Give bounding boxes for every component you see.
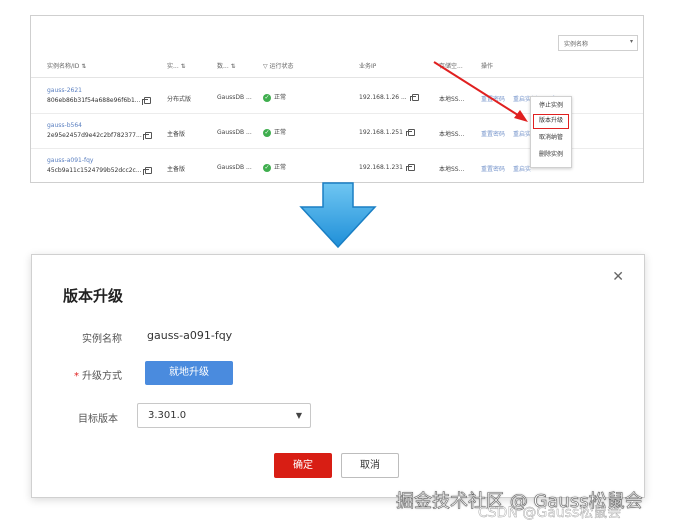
- confirm-button[interactable]: 确定: [274, 453, 332, 478]
- menu-item-stop-instance[interactable]: 停止实例: [531, 97, 571, 114]
- header-status[interactable]: ▽ 运行状态: [263, 56, 294, 78]
- instance-cell: gauss-a091-fqy 45cb9a11c1524799b52dcc2c.…: [47, 157, 152, 175]
- menu-item-delete-instance[interactable]: 删除实例: [531, 146, 571, 163]
- instance-engine: GaussDB ...: [217, 129, 252, 136]
- copy-icon[interactable]: [409, 94, 419, 101]
- instance-ip: 192.168.1.251: [359, 129, 415, 136]
- header-type[interactable]: 实... ⇅: [167, 56, 186, 78]
- header-storage: 存储空...: [439, 63, 463, 70]
- check-icon: ✓: [263, 163, 271, 172]
- restart-link[interactable]: 重启实: [513, 166, 531, 173]
- arrow-down-icon: [299, 182, 377, 249]
- instance-id: 806eb86b31f54a688e96f6b1...: [47, 97, 151, 105]
- menu-item-cancel-management[interactable]: 取消纳管: [531, 129, 571, 146]
- target-version-label: 目标版本: [78, 414, 118, 425]
- check-icon: ✓: [263, 93, 271, 102]
- copy-icon[interactable]: [405, 164, 415, 171]
- header-engine[interactable]: 数... ⇅: [217, 56, 236, 78]
- version-upgrade-dialog: 版本升级 ✕ 实例名称 gauss-a091-fqy * 升级方式 就地升级 目标…: [31, 254, 645, 498]
- target-version-select[interactable]: 3.301.0 ▼: [137, 403, 311, 428]
- instance-type: 主备版: [167, 166, 186, 173]
- target-version-value: 3.301.0: [148, 410, 187, 421]
- instance-cell: gauss-b564 2e95e2457d9e42c2bf782377...: [47, 122, 152, 140]
- reset-password-link[interactable]: 重置密码: [481, 131, 505, 138]
- watermark-sub: CSDN @Gauss松鼠会: [478, 505, 622, 521]
- required-mark: *: [74, 371, 79, 382]
- check-icon: ✓: [263, 128, 271, 137]
- restart-link[interactable]: 重启实: [513, 131, 531, 138]
- copy-icon[interactable]: [142, 132, 152, 140]
- menu-item-version-upgrade[interactable]: 版本升级: [533, 114, 569, 129]
- instance-storage: 本地SS...: [439, 166, 465, 173]
- header-ip: 业务IP: [359, 63, 377, 70]
- instance-ip: 192.168.1.231: [359, 164, 415, 171]
- instance-type: 主备版: [167, 131, 186, 138]
- close-icon[interactable]: ✕: [612, 269, 624, 285]
- instance-name-label: 实例名称: [82, 334, 122, 345]
- copy-icon[interactable]: [142, 167, 152, 175]
- inplace-upgrade-button[interactable]: 就地升级: [145, 361, 233, 385]
- instance-id: 2e95e2457d9e42c2bf782377...: [47, 132, 152, 140]
- sort-select-value: 实例名称: [564, 41, 589, 48]
- instance-cell: gauss-2621 806eb86b31f54a688e96f6b1...: [47, 87, 151, 105]
- copy-icon[interactable]: [141, 97, 151, 105]
- sort-select[interactable]: 实例名称 ▾: [558, 35, 638, 51]
- caret-down-icon: ▼: [295, 411, 302, 420]
- upgrade-mode-label: * 升级方式: [74, 371, 122, 382]
- instance-engine: GaussDB ...: [217, 94, 252, 101]
- header-name[interactable]: 实例名称/ID ⇅: [47, 56, 86, 78]
- instance-name-link[interactable]: gauss-b564: [47, 122, 152, 129]
- more-dropdown-menu: 停止实例 版本升级 取消纳管 删除实例: [530, 96, 572, 168]
- instance-type: 分布式版: [167, 96, 192, 103]
- instance-name-link[interactable]: gauss-a091-fqy: [47, 157, 152, 164]
- instance-engine: GaussDB ...: [217, 164, 252, 171]
- instance-storage: 本地SS...: [439, 96, 465, 103]
- reset-password-link[interactable]: 重置密码: [481, 96, 505, 103]
- instance-status: ✓ 正常: [263, 128, 287, 137]
- instance-name-link[interactable]: gauss-2621: [47, 87, 151, 94]
- instance-name-value: gauss-a091-fqy: [147, 329, 233, 342]
- instance-storage: 本地SS...: [439, 131, 465, 138]
- list-header: 实例名称/ID ⇅ 实... ⇅ 数... ⇅ ▽ 运行状态 业务IP 存储空.…: [31, 56, 643, 78]
- reset-password-link[interactable]: 重置密码: [481, 166, 505, 173]
- dialog-title: 版本升级: [63, 287, 124, 305]
- cancel-button[interactable]: 取消: [341, 453, 399, 478]
- copy-icon[interactable]: [405, 129, 415, 136]
- instance-status: ✓ 正常: [263, 93, 287, 102]
- instance-id: 45cb9a11c1524799b52dcc2c...: [47, 167, 152, 175]
- instance-status: ✓ 正常: [263, 163, 287, 172]
- instance-ip: 192.168.1.26 ...: [359, 94, 419, 101]
- header-ops: 操作: [481, 63, 494, 70]
- chevron-down-icon: ▾: [629, 38, 633, 45]
